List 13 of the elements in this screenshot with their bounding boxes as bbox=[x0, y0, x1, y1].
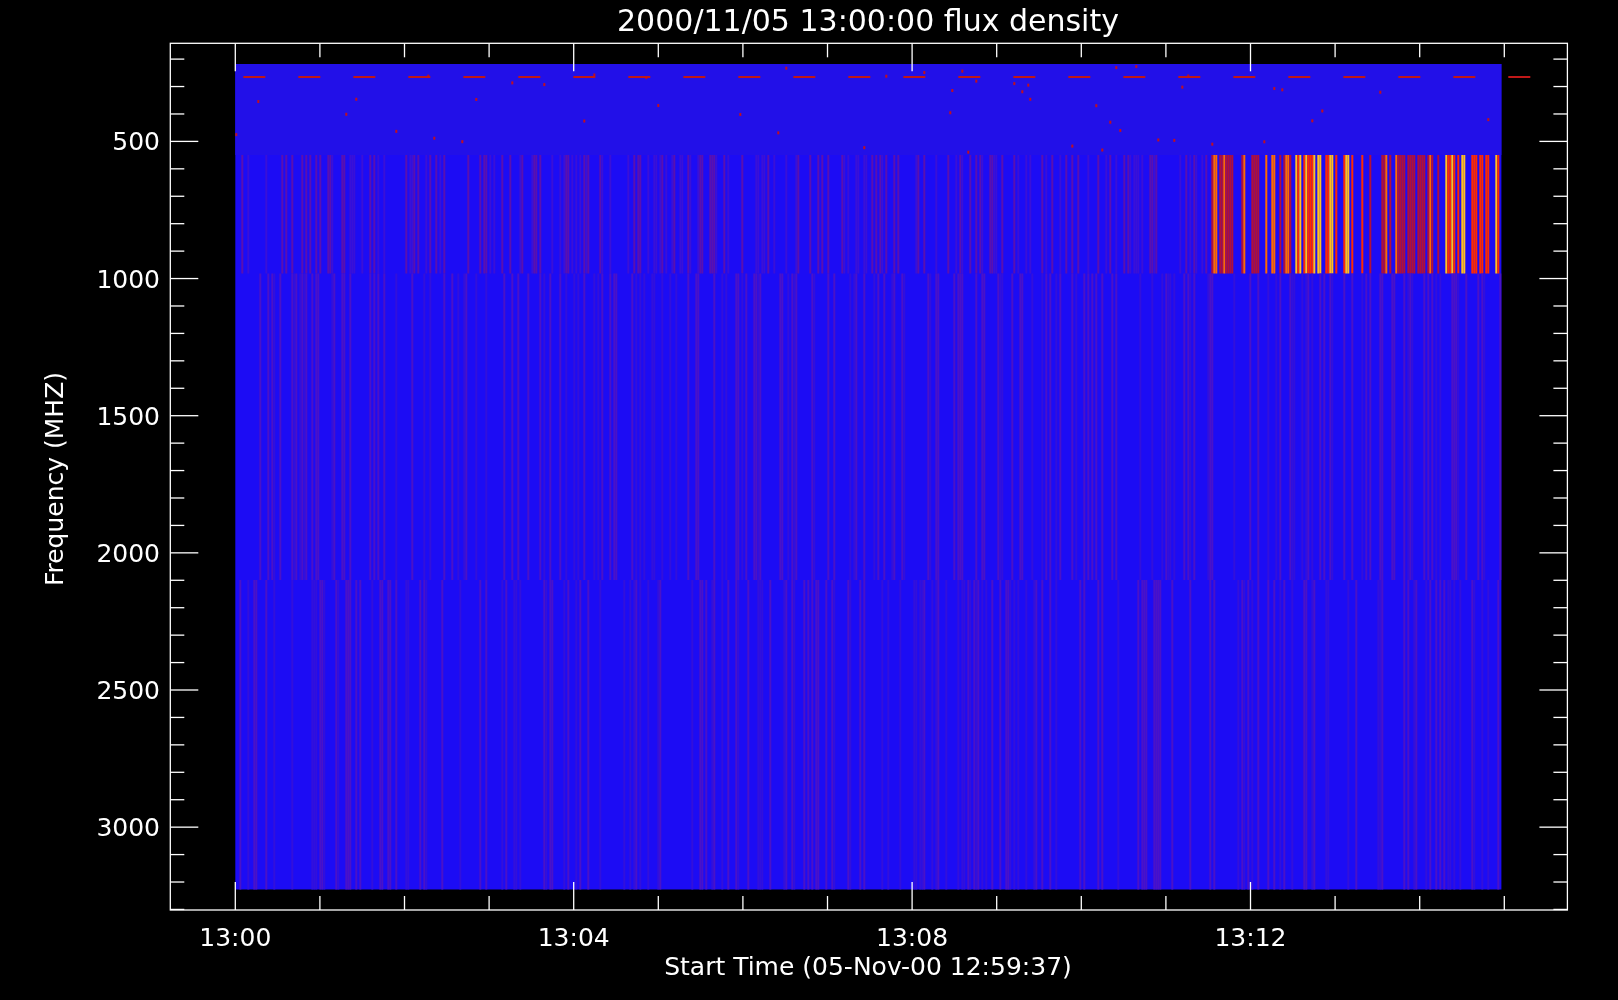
y-tick-label: 500 bbox=[112, 127, 160, 157]
y-axis-label: Frequency (MHZ) bbox=[40, 371, 69, 587]
x-tick-label: 13:08 bbox=[876, 923, 949, 952]
y-tick-label: 1000 bbox=[96, 264, 160, 294]
x-tick-label: 13:12 bbox=[1214, 923, 1287, 952]
y-tick-label: 2500 bbox=[96, 676, 160, 705]
y-tick-label: 3000 bbox=[96, 813, 160, 843]
y-tick-label: 1500 bbox=[96, 401, 160, 431]
x-tick-label: 13:00 bbox=[199, 923, 272, 952]
y-tick-label: 2000 bbox=[96, 538, 160, 568]
x-tick-label: 13:04 bbox=[537, 923, 610, 952]
chart-title: 2000/11/05 13:00:00 flux density bbox=[617, 3, 1119, 38]
x-axis-label: Start Time (05-Nov-00 12:59:37) bbox=[664, 952, 1072, 981]
